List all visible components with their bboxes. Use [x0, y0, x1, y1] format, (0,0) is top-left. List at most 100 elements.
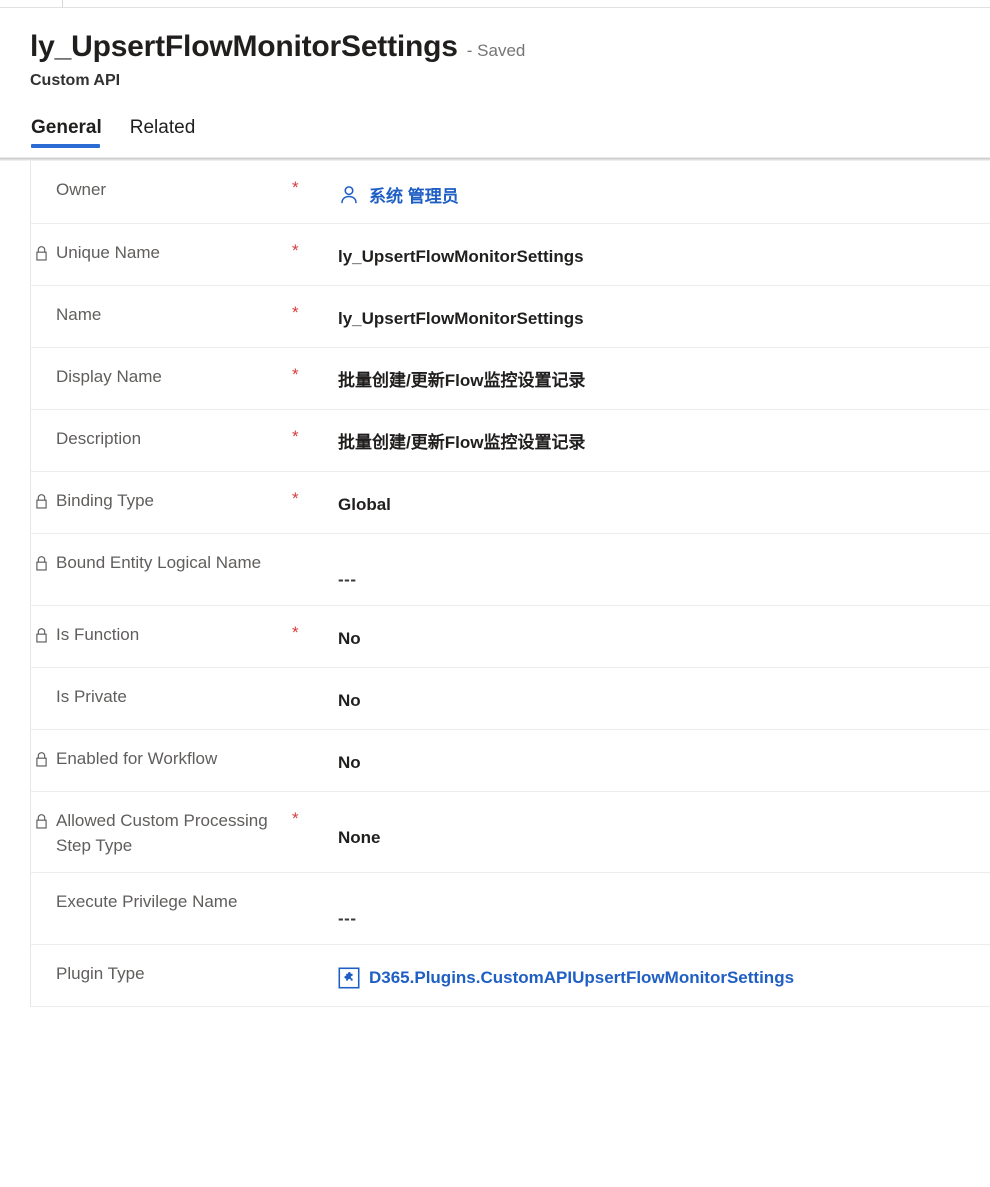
field-value-cell: ---: [338, 551, 990, 592]
form-row: Display Name * 批量创建/更新Flow监控设置记录: [0, 347, 990, 409]
form-row: Bound Entity Logical Name ---: [0, 533, 990, 605]
field-value[interactable]: ly_UpsertFlowMonitorSettings: [338, 308, 584, 331]
required-indicator-cell: [292, 685, 338, 686]
field-label-cell: Unique Name: [30, 241, 292, 266]
form-row: Is Function * No: [0, 605, 990, 667]
field-label: Is Private: [56, 687, 127, 707]
save-status-label: - Saved: [466, 41, 526, 60]
lock-icon: [34, 245, 49, 262]
form-row: Unique Name * ly_UpsertFlowMonitorSettings: [0, 223, 990, 285]
required-indicator-cell: *: [292, 178, 338, 198]
field-value[interactable]: No: [338, 752, 361, 775]
required-asterisk-icon: *: [292, 241, 299, 261]
field-value[interactable]: None: [338, 827, 381, 850]
plugin-type-link[interactable]: D365.Plugins.CustomAPIUpsertFlowMonitorS…: [338, 967, 794, 989]
field-label-cell: Owner: [30, 178, 292, 203]
field-label-cell: Bound Entity Logical Name: [30, 551, 292, 576]
required-indicator-cell: *: [292, 427, 338, 447]
field-value-cell: 批量创建/更新Flow监控设置记录: [338, 427, 990, 455]
form-row: Description * 批量创建/更新Flow监控设置记录: [0, 409, 990, 471]
form-tab-list: General Related: [30, 117, 990, 149]
required-asterisk-icon: *: [292, 489, 299, 509]
required-indicator-cell: *: [292, 241, 338, 261]
field-label: Allowed Custom Processing Step Type: [56, 811, 268, 856]
field-label-cell: Binding Type: [30, 489, 292, 514]
lock-icon: [34, 627, 49, 644]
field-value-cell: D365.Plugins.CustomAPIUpsertFlowMonitorS…: [338, 962, 990, 990]
lock-icon: [34, 555, 49, 572]
field-label: Description: [56, 429, 142, 449]
field-label-cell: Is Function: [30, 623, 292, 648]
tab-related[interactable]: Related: [130, 117, 196, 149]
required-asterisk-icon: *: [292, 809, 299, 829]
field-value-cell: No: [338, 623, 990, 651]
required-indicator-cell: *: [292, 365, 338, 385]
field-value-cell: 系统 管理员: [338, 178, 990, 207]
form-row: Name * ly_UpsertFlowMonitorSettings: [0, 285, 990, 347]
entity-type-label: Custom API: [30, 71, 121, 89]
link-label: D365.Plugins.CustomAPIUpsertFlowMonitorS…: [369, 967, 795, 987]
field-value[interactable]: No: [338, 628, 361, 651]
page-title: ly_UpsertFlowMonitorSettings: [30, 30, 458, 63]
lock-icon: [34, 493, 49, 510]
field-value[interactable]: 批量创建/更新Flow监控设置记录: [338, 432, 585, 455]
tab-general[interactable]: General: [31, 117, 102, 149]
field-label-cell: Enabled for Workflow: [30, 747, 292, 772]
field-value-cell: No: [338, 685, 990, 713]
field-label-cell: Plugin Type: [30, 962, 292, 987]
link-label: 系统 管理员: [369, 187, 459, 207]
field-label-cell: Name: [30, 303, 292, 328]
required-indicator-cell: [292, 890, 338, 891]
form-row: Allowed Custom Processing Step Type * None: [0, 791, 990, 871]
required-asterisk-icon: *: [292, 427, 299, 447]
field-value-cell: None: [338, 809, 990, 850]
required-indicator-cell: [292, 962, 338, 963]
field-value[interactable]: ---: [338, 909, 356, 929]
form-row: Is Private No: [0, 667, 990, 729]
top-chrome-divider: [62, 0, 63, 7]
field-value-cell: Global: [338, 489, 990, 517]
field-value[interactable]: ---: [338, 570, 356, 590]
field-label-cell: Allowed Custom Processing Step Type: [30, 809, 292, 858]
form-row: Enabled for Workflow No: [0, 729, 990, 791]
field-label: Binding Type: [56, 491, 154, 511]
required-asterisk-icon: *: [292, 365, 299, 385]
field-label: Name: [56, 305, 102, 325]
form-row: Owner * 系统 管理员: [30, 161, 990, 223]
required-indicator-cell: *: [292, 303, 338, 323]
field-label-cell: Display Name: [30, 365, 292, 390]
form-row: Plugin Type D365.Plugins.CustomAPIUpsertF…: [0, 943, 990, 1007]
record-header: ly_UpsertFlowMonitorSettings - Saved Cus…: [0, 8, 990, 149]
field-value-cell: 批量创建/更新Flow监控设置记录: [338, 365, 990, 393]
required-indicator-cell: *: [292, 489, 338, 509]
field-label-cell: Description: [30, 427, 292, 452]
field-label-cell: Is Private: [30, 685, 292, 710]
field-value[interactable]: No: [338, 690, 361, 713]
field-value-cell: ly_UpsertFlowMonitorSettings: [338, 241, 990, 269]
field-value[interactable]: Global: [338, 494, 391, 517]
field-value[interactable]: 批量创建/更新Flow监控设置记录: [338, 370, 585, 393]
field-label: Display Name: [56, 367, 162, 387]
field-label: Enabled for Workflow: [56, 749, 218, 769]
field-value-cell: ly_UpsertFlowMonitorSettings: [338, 303, 990, 331]
field-label: Bound Entity Logical Name: [56, 553, 262, 573]
general-tab-form: Owner * 系统 管理员 Unique Name * ly_UpsertFlowMon…: [0, 161, 990, 1007]
field-label: Unique Name: [56, 243, 160, 263]
person-icon: [338, 184, 360, 206]
required-indicator-cell: [292, 747, 338, 748]
field-label: Owner: [56, 180, 107, 200]
form-row: Execute Privilege Name ---: [0, 871, 990, 944]
required-asterisk-icon: *: [292, 303, 299, 323]
field-value[interactable]: ly_UpsertFlowMonitorSettings: [338, 246, 584, 269]
plugin-icon: [338, 967, 360, 989]
field-label-cell: Execute Privilege Name: [30, 890, 292, 915]
required-indicator-cell: *: [292, 809, 338, 829]
required-asterisk-icon: *: [292, 623, 299, 643]
top-chrome-strip: [0, 0, 990, 8]
title-row: ly_UpsertFlowMonitorSettings - Saved: [30, 30, 990, 64]
field-value-cell: ---: [338, 890, 990, 931]
owner-lookup-link[interactable]: 系统 管理员: [338, 182, 459, 207]
field-label: Plugin Type: [56, 963, 145, 983]
required-indicator-cell: [292, 551, 338, 552]
lock-icon: [34, 813, 49, 830]
